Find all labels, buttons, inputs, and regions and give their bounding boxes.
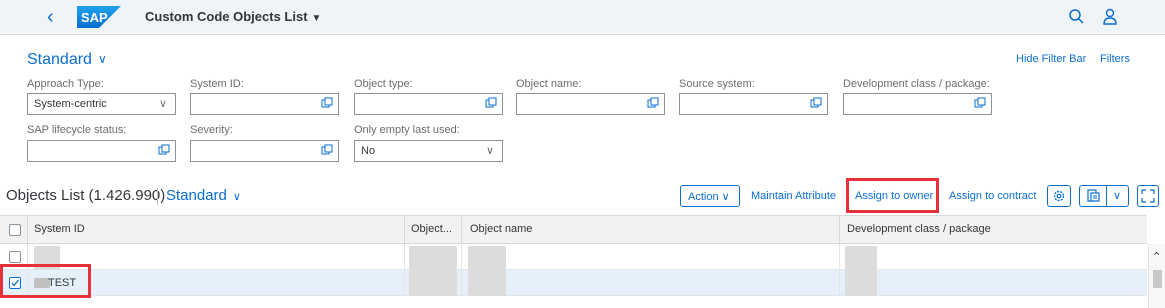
only-empty-select[interactable]: No ∨ xyxy=(354,140,503,162)
system-id-label: System ID: xyxy=(190,78,244,90)
fullscreen-button[interactable] xyxy=(1137,185,1159,207)
approach-type-select[interactable]: System-centric ∨ xyxy=(27,93,176,115)
system-id-input[interactable] xyxy=(190,93,339,115)
hide-filter-bar-link[interactable]: Hide Filter Bar xyxy=(1016,53,1086,65)
value-help-icon[interactable] xyxy=(974,97,986,109)
chevron-down-icon: ∨ xyxy=(232,191,241,203)
lifecycle-label: SAP lifecycle status: xyxy=(27,124,127,136)
user-icon[interactable] xyxy=(1099,6,1121,28)
dev-class-label: Development class / package: xyxy=(843,78,990,90)
filter-variant-selector[interactable]: Standard ∨ xyxy=(27,51,107,69)
app-title-menu[interactable]: Custom Code Objects List ▼ xyxy=(145,9,321,24)
sap-logo: SAP xyxy=(77,6,121,28)
vertical-scrollbar[interactable]: ⌃ xyxy=(1148,244,1165,308)
chevron-down-icon: ∨ xyxy=(158,98,167,110)
source-system-label: Source system: xyxy=(679,78,755,90)
chevron-down-icon[interactable]: ∨ xyxy=(1113,189,1121,202)
approach-type-label: Approach Type: xyxy=(27,78,104,90)
fullscreen-icon xyxy=(1141,189,1155,203)
value-help-icon[interactable] xyxy=(321,97,333,109)
severity-input[interactable] xyxy=(190,140,339,162)
column-separator xyxy=(839,216,840,243)
source-system-input[interactable] xyxy=(679,93,828,115)
table-row[interactable] xyxy=(0,244,1147,270)
redacted-value xyxy=(468,270,506,296)
table-variant-selector[interactable]: Standard ∨ xyxy=(166,187,241,204)
app-title: Custom Code Objects List xyxy=(145,9,308,24)
maintain-attribute-button[interactable]: Maintain Attribute xyxy=(751,190,836,202)
toolbar-divider xyxy=(157,188,158,205)
severity-label: Severity: xyxy=(190,124,233,136)
table-header: System ID Object... Object name Developm… xyxy=(0,215,1147,244)
row-checkbox[interactable] xyxy=(9,251,21,263)
search-icon[interactable] xyxy=(1066,6,1088,28)
redacted-value xyxy=(409,270,457,296)
dev-class-input[interactable] xyxy=(843,93,992,115)
approach-type-value: System-centric xyxy=(34,98,107,110)
object-name-input[interactable] xyxy=(516,93,665,115)
redacted-value xyxy=(468,246,506,270)
export-button[interactable]: ∨ xyxy=(1079,185,1129,207)
scrollbar-thumb[interactable] xyxy=(1153,270,1162,288)
svg-text:SAP: SAP xyxy=(81,10,108,25)
caret-down-icon: ▼ xyxy=(311,13,322,24)
value-help-icon[interactable] xyxy=(810,97,822,109)
only-empty-value: No xyxy=(361,145,376,157)
column-header-dev-class[interactable]: Development class / package xyxy=(847,223,991,235)
shell-bar: ‹ SAP Custom Code Objects List ▼ xyxy=(0,0,1165,35)
redacted-value xyxy=(845,246,877,270)
action-menu-button[interactable]: Action ∨ xyxy=(680,185,740,207)
filters-link[interactable]: Filters xyxy=(1100,53,1130,65)
back-icon[interactable]: ‹ xyxy=(47,7,63,27)
cell-separator xyxy=(404,244,405,270)
cell-separator xyxy=(839,244,840,270)
only-empty-label: Only empty last used: xyxy=(354,124,460,136)
table-variant-label: Standard xyxy=(166,187,227,204)
lifecycle-input[interactable] xyxy=(27,140,176,162)
redacted-value xyxy=(409,246,457,270)
gear-icon xyxy=(1053,190,1065,202)
value-help-icon[interactable] xyxy=(485,97,497,109)
value-help-icon[interactable] xyxy=(321,144,333,156)
highlight-box xyxy=(846,178,939,213)
export-icon xyxy=(1087,189,1100,202)
assign-to-contract-button[interactable]: Assign to contract xyxy=(949,190,1036,202)
action-label: Action xyxy=(688,191,719,203)
chevron-down-icon: ∨ xyxy=(721,191,730,203)
cell-separator xyxy=(461,270,462,296)
filter-variant-label: Standard xyxy=(27,51,92,68)
table-row[interactable]: TEST xyxy=(0,270,1147,296)
column-separator xyxy=(404,216,405,243)
cell-separator xyxy=(839,270,840,296)
value-help-icon[interactable] xyxy=(158,144,170,156)
scroll-up-icon[interactable]: ⌃ xyxy=(1152,250,1161,263)
chevron-down-icon: ∨ xyxy=(485,145,494,157)
objects-list-title: Objects List (1.426.990) xyxy=(6,187,166,204)
object-type-label: Object type: xyxy=(354,78,413,90)
cell-separator xyxy=(404,270,405,296)
column-separator xyxy=(27,216,28,243)
select-all-checkbox[interactable] xyxy=(9,224,21,236)
redacted-value xyxy=(845,270,877,296)
object-name-label: Object name: xyxy=(516,78,582,90)
column-separator xyxy=(461,216,462,243)
value-help-icon[interactable] xyxy=(647,97,659,109)
object-type-input[interactable] xyxy=(354,93,503,115)
settings-button[interactable] xyxy=(1047,185,1071,207)
column-header-object-type[interactable]: Object... xyxy=(411,223,452,235)
column-header-system-id[interactable]: System ID xyxy=(34,223,85,235)
cell-separator xyxy=(461,244,462,270)
button-divider xyxy=(1106,186,1107,206)
column-header-object-name[interactable]: Object name xyxy=(470,223,532,235)
chevron-down-icon: ∨ xyxy=(97,52,107,66)
highlight-box xyxy=(0,264,91,298)
